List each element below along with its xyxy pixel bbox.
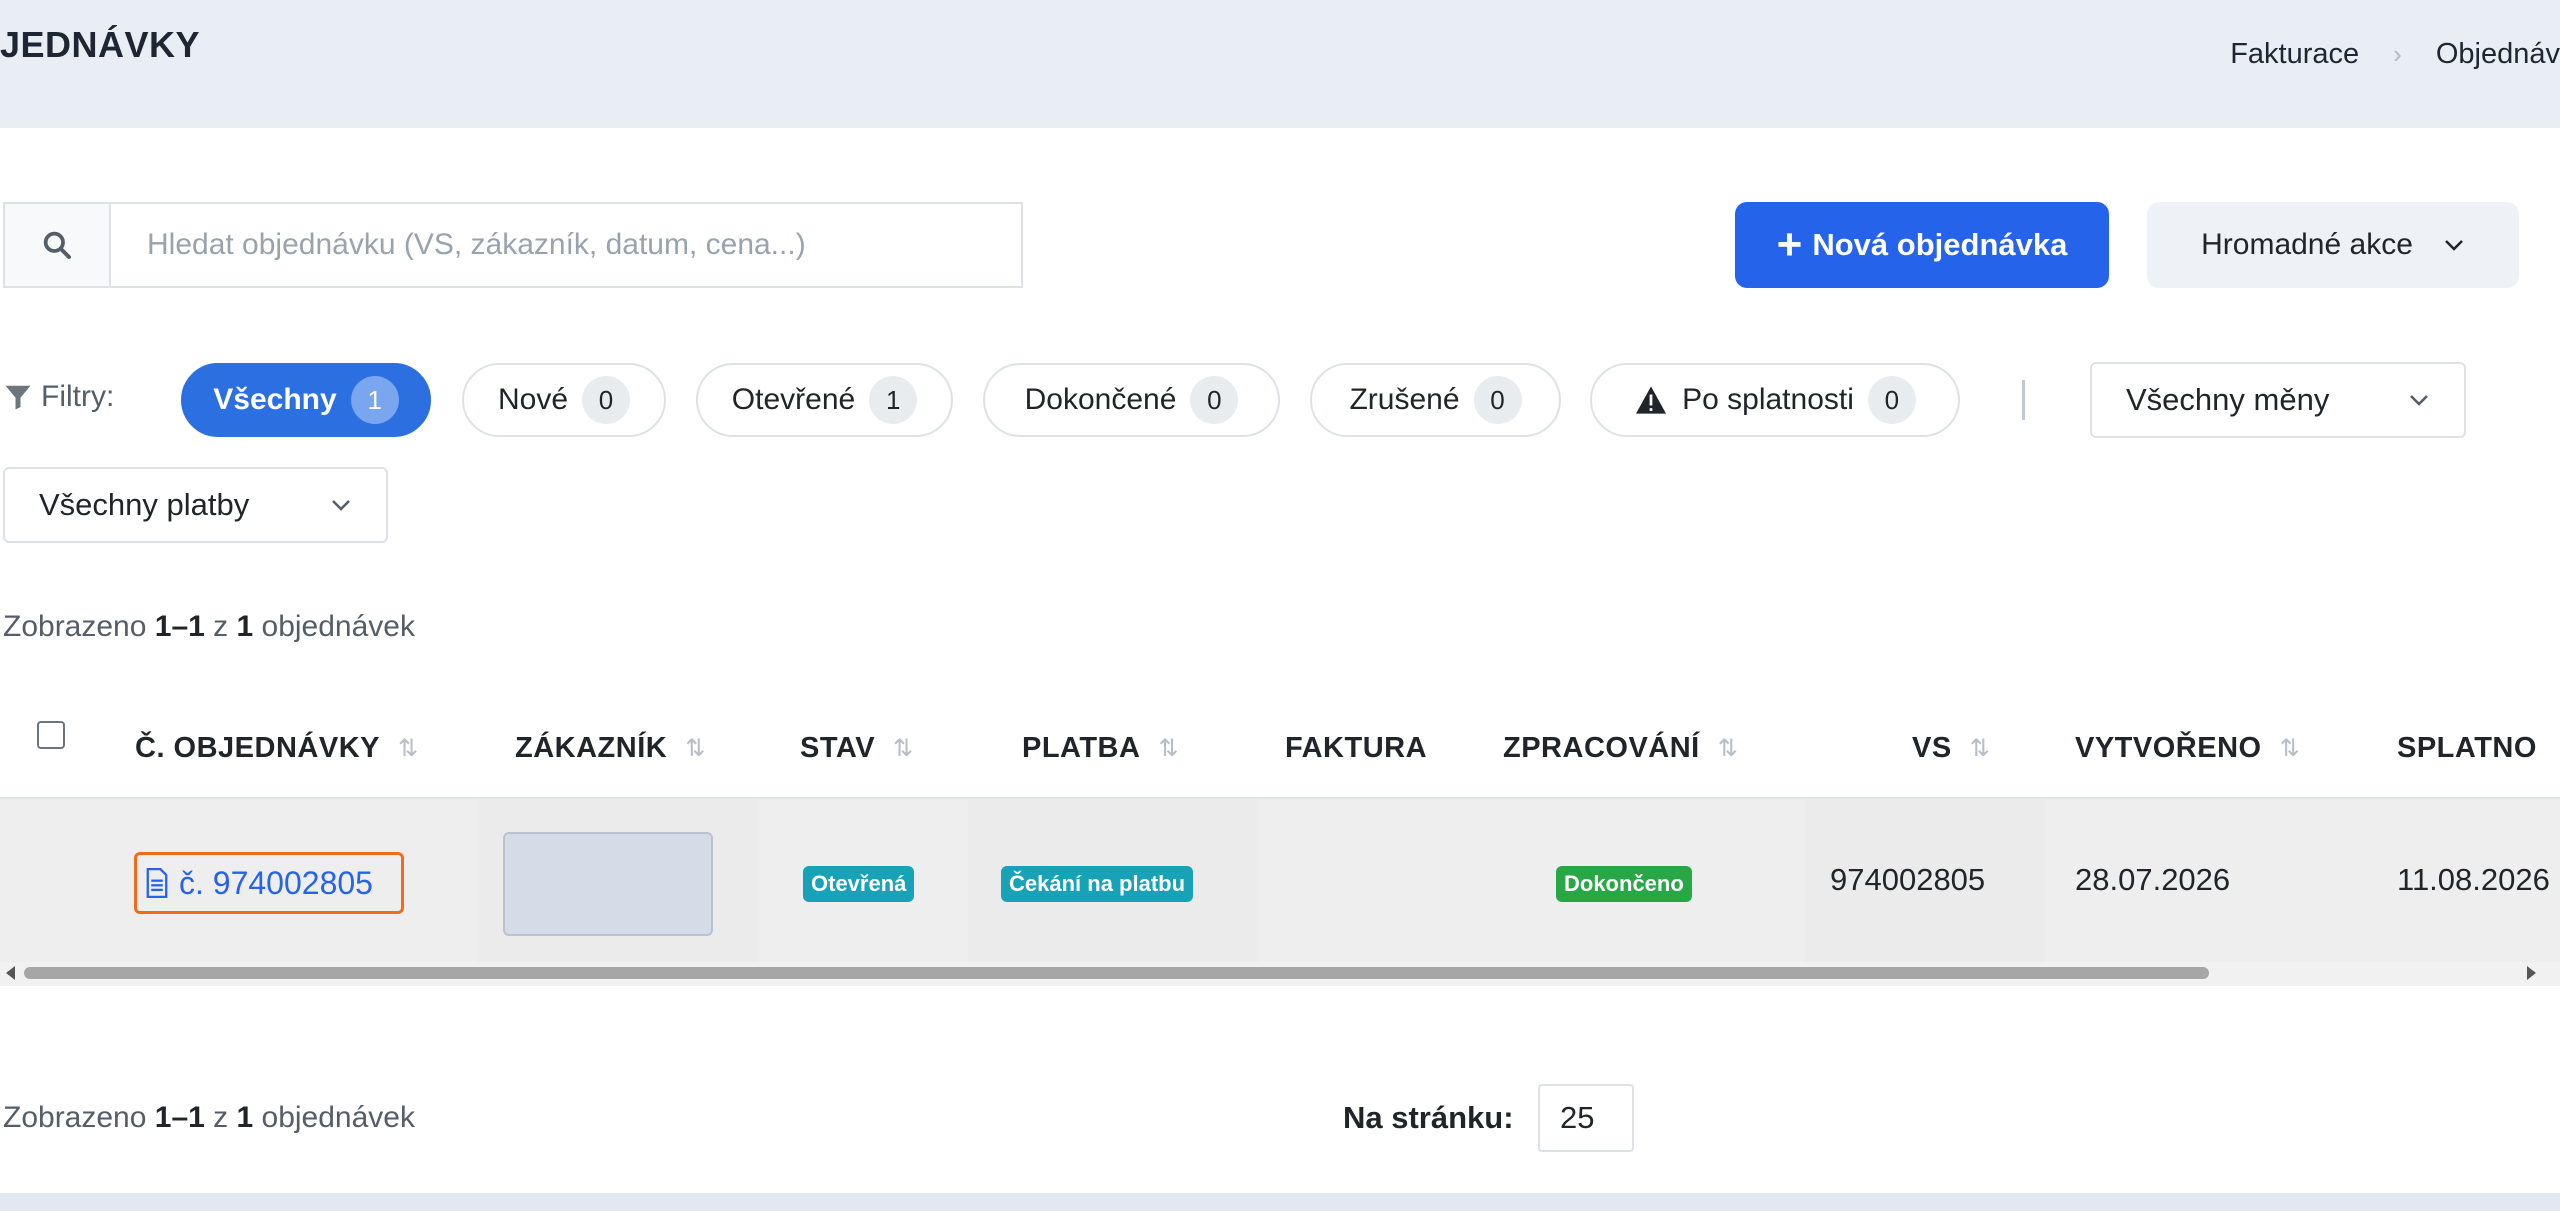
filter-pill-completed[interactable]: Dokončené 0: [983, 363, 1280, 437]
breadcrumb-item-fakturace[interactable]: Fakturace: [2230, 38, 2359, 71]
scroll-left-icon[interactable]: [6, 966, 15, 980]
sort-icon: ⇅: [685, 734, 706, 762]
column-header-due[interactable]: SPLATNO: [2397, 700, 2537, 796]
filter-count-badge: 1: [869, 376, 918, 424]
customer-placeholder[interactable]: [503, 832, 713, 936]
bulk-actions-label: Hromadné akce: [2201, 228, 2413, 261]
filter-pill-open[interactable]: Otevřené 1: [696, 363, 953, 437]
column-header-processing[interactable]: ZPRACOVÁNÍ ⇅: [1503, 700, 1738, 796]
warning-icon: [1636, 386, 1667, 414]
search-icon: [5, 204, 111, 286]
filter-divider: [2022, 380, 2025, 420]
chevron-down-icon: [332, 500, 350, 511]
payment-badge: Čekání na platbu: [1001, 866, 1194, 902]
column-header-order[interactable]: Č. OBJEDNÁVKY ⇅: [135, 700, 419, 796]
results-summary-bottom: Zobrazeno 1–1 z 1 objednávek: [3, 1101, 415, 1134]
vs-cell: 974002805: [1830, 862, 1986, 897]
document-icon: [146, 868, 168, 898]
column-header-customer[interactable]: ZÁKAZNÍK ⇅: [515, 700, 706, 796]
filters-label: Filtry:: [3, 380, 114, 414]
per-page-input[interactable]: [1538, 1084, 1634, 1152]
sort-icon: ⇅: [1969, 734, 1991, 762]
table-header: Č. OBJEDNÁVKY ⇅ ZÁKAZNÍK ⇅ STAV ⇅ PLATBA ⇅ F…: [0, 700, 2560, 796]
filter-count-badge: 0: [582, 376, 631, 424]
chevron-right-icon: ›: [2393, 39, 2402, 69]
filter-count-badge: 0: [1867, 376, 1916, 424]
bottom-bar: [0, 1193, 2560, 1211]
results-summary-top: Zobrazeno 1–1 z 1 objednávek: [3, 610, 415, 643]
chevron-down-icon: [2445, 240, 2463, 251]
per-page-label: Na stránku:: [1343, 1100, 1514, 1135]
due-cell: 11.08.2026: [2397, 862, 2550, 897]
created-cell: 28.07.2026: [2075, 862, 2231, 897]
new-order-button[interactable]: + Nová objednávka: [1735, 202, 2109, 288]
column-header-payment[interactable]: PLATBA ⇅: [1022, 700, 1179, 796]
order-number-link[interactable]: č. 974002805: [134, 852, 404, 914]
column-header-status[interactable]: STAV ⇅: [800, 700, 914, 796]
scrollbar-thumb[interactable]: [24, 967, 2209, 979]
status-badge: Otevřená: [803, 866, 915, 902]
processing-badge: Dokončeno: [1556, 866, 1692, 902]
search-input[interactable]: [111, 204, 1021, 286]
sort-icon: ⇅: [1158, 734, 1180, 762]
sort-icon: ⇅: [2279, 734, 2301, 762]
bulk-actions-button[interactable]: Hromadné akce: [2147, 202, 2519, 288]
filter-pill-overdue[interactable]: Po splatnosti 0: [1590, 363, 1960, 437]
filter-count-badge: 0: [1190, 376, 1239, 424]
filter-pill-cancelled[interactable]: Zrušené 0: [1310, 363, 1561, 437]
sort-icon: ⇅: [1717, 734, 1739, 762]
filter-pill-new[interactable]: Nové 0: [462, 363, 666, 437]
new-order-label: Nová objednávka: [1812, 227, 2068, 262]
page-title: JEDNÁVKY: [0, 24, 201, 65]
breadcrumb-item-objednavky: Objednáv: [2435, 38, 2560, 70]
filter-count-badge: 0: [1473, 376, 1522, 424]
filter-count-badge: 1: [350, 376, 399, 424]
horizontal-scrollbar[interactable]: [0, 962, 2560, 986]
sort-icon: ⇅: [398, 734, 419, 762]
filter-pill-all[interactable]: Všechny 1: [181, 363, 431, 437]
breadcrumb: Fakturace › Objednáv: [2230, 38, 2560, 71]
filter-icon: [5, 385, 31, 410]
payment-select[interactable]: Všechny platby: [3, 467, 388, 543]
scroll-right-icon[interactable]: [2527, 966, 2536, 980]
column-header-vs[interactable]: VS ⇅: [1912, 700, 1990, 796]
column-header-created[interactable]: VYTVOŘENO ⇅: [2075, 700, 2300, 796]
column-header-invoice: FAKTURA: [1285, 731, 1428, 764]
sort-icon: ⇅: [893, 734, 914, 762]
search-bar: [3, 202, 1023, 288]
currency-select[interactable]: Všechny měny: [2090, 362, 2466, 438]
plus-icon: +: [1776, 220, 1803, 269]
top-header: JEDNÁVKY Fakturace › Objednáv: [0, 0, 2560, 128]
chevron-down-icon: [2410, 395, 2428, 406]
